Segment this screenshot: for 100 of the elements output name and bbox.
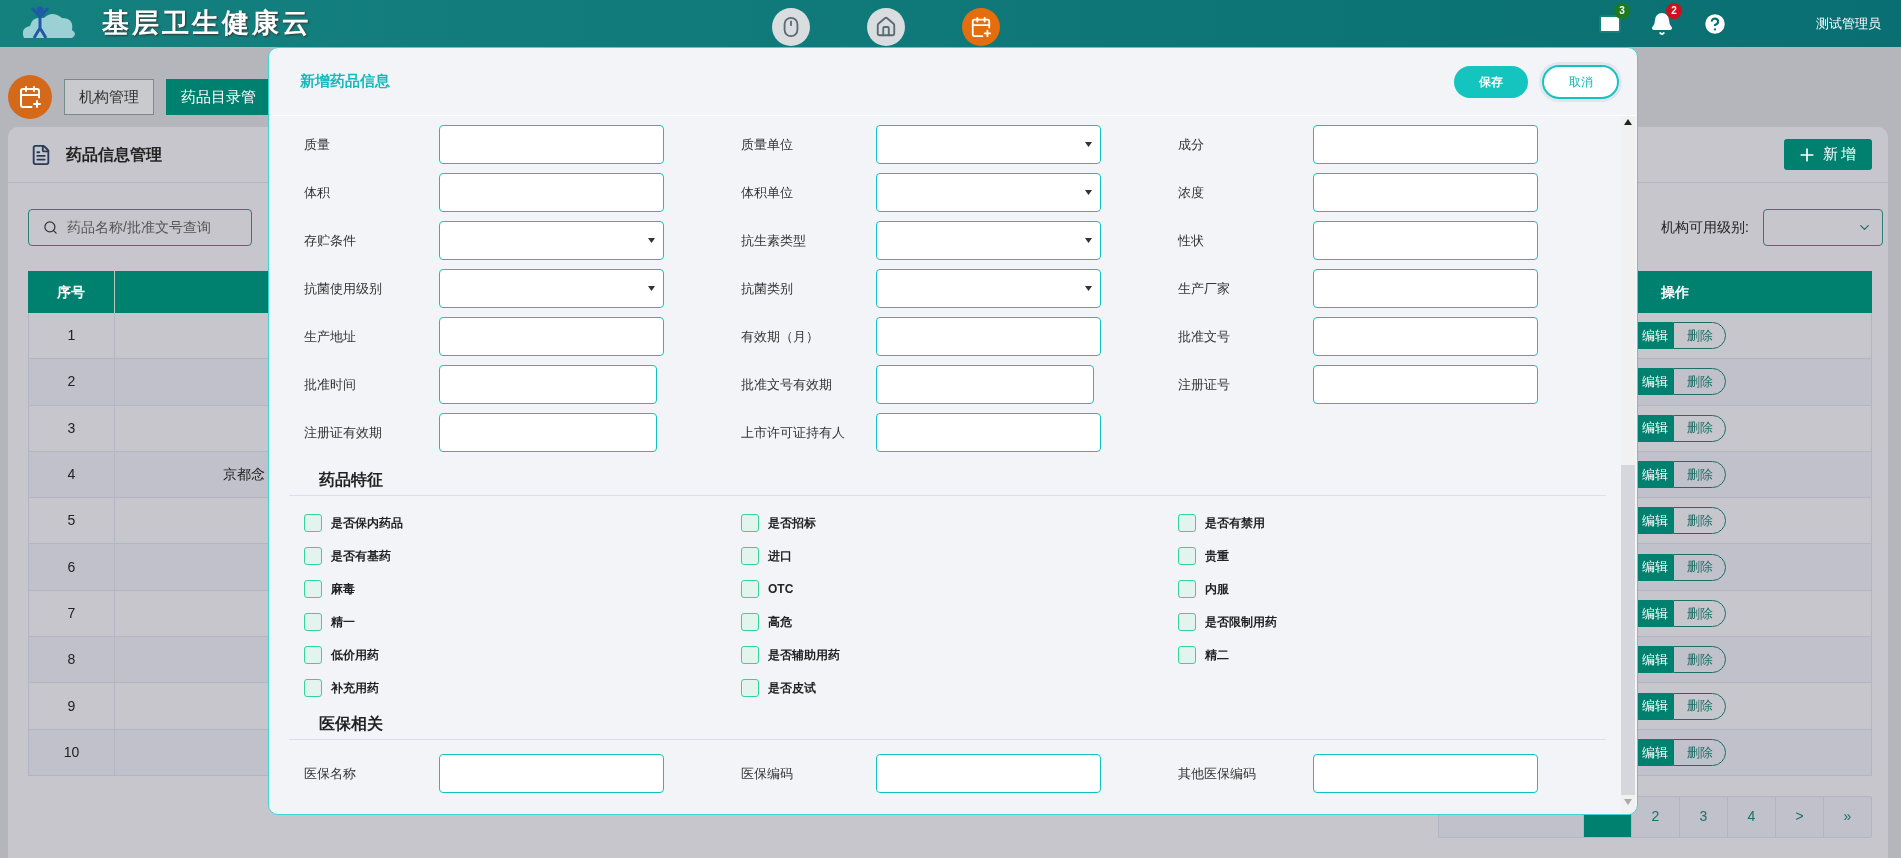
edit-button[interactable]: 编辑 [1636,692,1673,720]
search-icon [43,219,58,235]
checkbox[interactable] [741,546,759,565]
select-field[interactable] [876,125,1101,164]
select-field[interactable] [439,221,664,260]
edit-button[interactable]: 编辑 [1636,368,1673,396]
page-button[interactable]: 3 [1679,796,1727,837]
checkbox-label: OTC [768,580,794,598]
table-cell: 1 [28,313,115,359]
checkbox[interactable] [741,678,759,697]
input-field[interactable] [1313,317,1538,356]
select-field[interactable] [439,269,664,308]
checkbox[interactable] [304,579,322,598]
field-label: 生产地址 [304,327,357,346]
table-cell: 5 [28,498,115,544]
input-field[interactable] [876,754,1101,793]
dropdown-arrow-icon [1085,286,1092,291]
count-badge: 3 [1614,2,1630,19]
checkbox[interactable] [304,546,322,565]
delete-button[interactable]: 删除 [1673,738,1726,766]
select-field[interactable] [876,221,1101,260]
checkbox[interactable] [1178,579,1196,598]
mouse-icon[interactable] [772,7,810,46]
checkbox-label: 是否有禁用 [1205,514,1265,532]
edit-button[interactable]: 编辑 [1636,553,1673,581]
checkbox[interactable] [1178,513,1196,532]
field-label: 浓度 [1178,183,1205,202]
table-cell: 6 [28,544,115,590]
field-label: 批准文号有效期 [741,375,833,394]
checkbox-label: 高危 [768,613,792,631]
house-icon[interactable] [867,7,905,46]
calendar-icon[interactable] [962,7,1000,46]
last-page-button[interactable]: » [1823,796,1871,837]
select-field[interactable] [876,269,1101,308]
field-label: 注册证号 [1178,375,1231,394]
next-page-button[interactable]: > [1775,796,1823,837]
delete-button[interactable]: 删除 [1673,368,1726,396]
checkbox[interactable] [741,645,759,664]
edit-button[interactable]: 编辑 [1636,507,1673,535]
checkbox[interactable] [1178,546,1196,565]
scroll-up-icon[interactable] [1624,119,1632,125]
select-field[interactable] [876,173,1101,212]
edit-button[interactable]: 编辑 [1636,738,1673,766]
delete-button[interactable]: 删除 [1673,461,1726,489]
edit-button[interactable]: 编辑 [1636,461,1673,489]
dropdown-arrow-icon [1085,238,1092,243]
checkbox-label: 是否招标 [768,514,816,532]
checkbox[interactable] [741,579,759,598]
input-field[interactable] [439,754,664,793]
checkbox[interactable] [1178,612,1196,631]
edit-button[interactable]: 编辑 [1636,599,1673,627]
input-field[interactable] [439,365,657,404]
checkbox[interactable] [1178,645,1196,664]
input-field[interactable] [1313,125,1538,164]
scroll-down-icon[interactable] [1624,799,1632,805]
page-button[interactable]: 4 [1727,796,1775,837]
checkbox-label: 是否辅助用药 [768,646,840,664]
dialog-title: 新增药品信息 [300,71,390,92]
search-field[interactable]: 药品名称/批准文号查询 [28,208,252,246]
input-field[interactable] [439,173,664,212]
input-field[interactable] [1313,269,1538,308]
checkbox[interactable] [741,513,759,532]
input-field[interactable] [876,317,1101,356]
filter-label: 机构可用级别: [1661,217,1749,237]
calendar-icon[interactable] [8,75,52,119]
input-field[interactable] [1313,365,1538,404]
checkbox-label: 精二 [1205,646,1229,664]
input-field[interactable] [1313,221,1538,260]
checkbox[interactable] [304,678,322,697]
checkbox-label: 补充用药 [331,679,379,697]
field-label: 存贮条件 [304,231,357,250]
checkbox[interactable] [304,513,322,532]
input-field[interactable] [439,125,664,164]
user-name[interactable]: 测试管理员 [1816,13,1881,34]
column-header: 操作 [1660,282,1690,302]
input-field[interactable] [876,413,1101,452]
checkbox-label: 进口 [768,547,792,565]
input-field[interactable] [439,413,657,452]
checkbox[interactable] [741,612,759,631]
checkbox[interactable] [304,612,322,631]
input-field[interactable] [439,317,664,356]
field-label: 抗菌使用级别 [304,279,383,298]
nav-tab[interactable]: 机构管理 [64,79,154,115]
checkbox-label: 是否有基药 [331,547,391,565]
edit-button[interactable]: 编辑 [1636,646,1673,674]
input-field[interactable] [1313,754,1538,793]
checkbox-label: 内服 [1205,580,1229,598]
scrollbar[interactable] [1621,116,1635,814]
cancel-button[interactable]: 取消 [1542,64,1619,99]
level-select[interactable] [1763,208,1883,246]
checkbox-label: 是否皮试 [768,679,816,697]
save-button[interactable]: 保存 [1454,65,1528,98]
nav-tab[interactable]: 药品目录管 [166,79,271,115]
checkbox[interactable] [304,645,322,664]
edit-button[interactable]: 编辑 [1636,414,1673,442]
edit-button[interactable]: 编辑 [1636,322,1673,350]
field-label: 医保编码 [741,764,794,783]
input-field[interactable] [1313,173,1538,212]
add-button[interactable]: 新增 [1784,139,1872,170]
input-field[interactable] [876,365,1094,404]
